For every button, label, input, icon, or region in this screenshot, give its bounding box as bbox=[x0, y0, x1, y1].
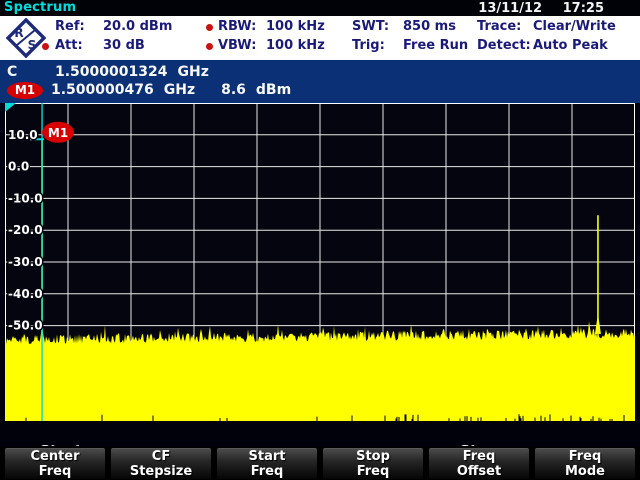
center-freq-label: C bbox=[7, 64, 55, 80]
center-freq-row: C 1.5000001324 GHz bbox=[7, 63, 209, 81]
softkey-cf-stepsize[interactable]: CFStepsize bbox=[111, 448, 211, 479]
freq-range-band: Start: 1.4 GHz Stop: 3.1 GHz bbox=[0, 421, 640, 446]
svg-text:-20.0: -20.0 bbox=[8, 223, 43, 237]
page-title: Spectrum bbox=[4, 0, 76, 15]
svg-text:10.0: 10.0 bbox=[8, 128, 38, 142]
graticule: M1 10.0 0.0 -10.0 -20.0 -30.0 -40.0 -50.0 bbox=[5, 103, 635, 421]
title-bar: Spectrum 13/11/12 17:25 bbox=[0, 0, 640, 16]
softkey-center-freq[interactable]: CenterFreq bbox=[5, 448, 105, 479]
rbw-bullet-icon bbox=[206, 24, 213, 31]
swt-label: SWT: bbox=[352, 19, 389, 35]
swt-value: 850 ms bbox=[403, 19, 456, 35]
svg-text:-10.0: -10.0 bbox=[8, 191, 43, 205]
vbw-value: 100 kHz bbox=[266, 38, 325, 54]
svg-text:S: S bbox=[28, 38, 37, 52]
detect-label: Detect: bbox=[477, 38, 531, 54]
detect-value: Auto Peak bbox=[533, 38, 608, 54]
trace-label: Trace: bbox=[477, 19, 521, 35]
svg-text:-40.0: -40.0 bbox=[8, 287, 43, 301]
spectrum-plot: M1 10.0 0.0 -10.0 -20.0 -30.0 -40.0 -50.0 bbox=[5, 103, 635, 421]
softkey-menu: CenterFreq CFStepsize StartFreq StopFreq… bbox=[0, 446, 640, 480]
softkey-start-freq[interactable]: StartFreq bbox=[217, 448, 317, 479]
marker-m1-level: 8.6 bbox=[221, 82, 246, 98]
svg-text:M1: M1 bbox=[48, 126, 68, 140]
marker-m1-freq: 1.500000476 bbox=[51, 82, 154, 98]
att-value: 30 dB bbox=[103, 38, 145, 54]
marker-m1-badge: M1 bbox=[7, 82, 43, 99]
spectrum-analyzer-screen: Spectrum 13/11/12 17:25 R S Ref: 20.0 dB… bbox=[0, 0, 640, 480]
softkey-freq-mode[interactable]: FreqMode bbox=[535, 448, 635, 479]
trig-value: Free Run bbox=[403, 38, 468, 54]
time-label: 17:25 bbox=[563, 1, 604, 16]
marker-m1-level-unit: dBm bbox=[256, 82, 291, 98]
svg-text:0.0: 0.0 bbox=[8, 160, 29, 174]
rbw-value: 100 kHz bbox=[266, 19, 325, 35]
softkey-stop-freq[interactable]: StopFreq bbox=[323, 448, 423, 479]
trace-value: Clear/Write bbox=[533, 19, 616, 35]
att-label: Att: bbox=[55, 38, 83, 54]
date-time: 13/11/12 17:25 bbox=[478, 1, 604, 16]
marker-readout-band: C 1.5000001324 GHz M1 1.500000476 GHz 8.… bbox=[0, 60, 640, 103]
svg-text:-50.0: -50.0 bbox=[8, 319, 43, 333]
settings-band: R S Ref: 20.0 dBm Att: 30 dB RBW: 100 kH… bbox=[0, 16, 640, 60]
vbw-bullet-icon bbox=[206, 43, 213, 50]
rs-logo-icon: R S bbox=[6, 18, 46, 58]
center-freq-unit: GHz bbox=[177, 64, 208, 80]
trig-label: Trig: bbox=[352, 38, 385, 54]
date-label: 13/11/12 bbox=[478, 1, 542, 16]
marker-m1-row: M1 1.500000476 GHz 8.6 dBm bbox=[7, 81, 291, 99]
softkey-freq-offset[interactable]: FreqOffset bbox=[429, 448, 529, 479]
svg-text:R: R bbox=[14, 26, 23, 40]
vbw-label: VBW: bbox=[218, 38, 256, 54]
ref-label: Ref: bbox=[55, 19, 85, 35]
att-bullet-icon bbox=[42, 43, 49, 50]
svg-text:-30.0: -30.0 bbox=[8, 255, 43, 269]
marker-m1-freq-unit: GHz bbox=[164, 82, 195, 98]
ref-value: 20.0 dBm bbox=[103, 19, 172, 35]
rbw-label: RBW: bbox=[218, 19, 256, 35]
center-freq-value: 1.5000001324 bbox=[55, 64, 167, 80]
